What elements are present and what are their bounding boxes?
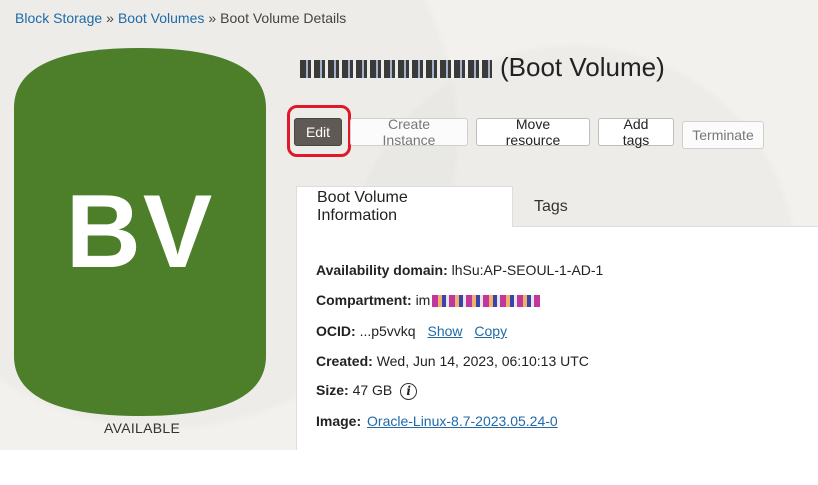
add-tags-button[interactable]: Add tags	[598, 116, 674, 148]
created-row: Created: Wed, Jun 14, 2023, 06:10:13 UTC	[316, 353, 589, 369]
availability-domain-label: Availability domain:	[316, 262, 448, 278]
created-value: Wed, Jun 14, 2023, 06:10:13 UTC	[376, 353, 589, 369]
image-row: Image: Oracle-Linux-8.7-2023.05.24-0	[316, 413, 558, 429]
redacted-compartment	[432, 295, 541, 308]
breadcrumb-separator: »	[208, 10, 217, 26]
terminate-button[interactable]: Terminate	[682, 121, 764, 149]
availability-domain-value: lhSu:AP-SEOUL-1-AD-1	[451, 262, 604, 278]
volume-badge: BV	[65, 173, 215, 290]
breadcrumb-block-storage[interactable]: Block Storage	[15, 10, 102, 26]
breadcrumb-boot-volumes[interactable]: Boot Volumes	[118, 10, 204, 26]
page-footer-area	[0, 450, 818, 485]
compartment-row: Compartment: im	[316, 292, 541, 308]
compartment-value: im	[415, 292, 431, 308]
page-title: (Boot Volume)	[300, 52, 665, 83]
ocid-row: OCID: ...p5vvkq Show Copy	[316, 323, 507, 339]
tab-boot-volume-information[interactable]: Boot Volume Information	[296, 186, 513, 227]
ocid-label: OCID:	[316, 323, 356, 339]
info-circle-icon[interactable]: i	[400, 382, 418, 400]
redacted-name	[300, 60, 492, 79]
ocid-show-link[interactable]: Show	[427, 323, 462, 339]
size-row: Size: 47 GB i	[316, 382, 418, 400]
tab-tags[interactable]: Tags	[514, 186, 588, 227]
ocid-copy-link[interactable]: Copy	[474, 323, 507, 339]
breadcrumb-separator: »	[106, 10, 114, 26]
volume-status: AVAILABLE	[104, 420, 181, 436]
create-instance-button[interactable]: Create Instance	[350, 116, 468, 148]
page-title-suffix: (Boot Volume)	[500, 52, 665, 82]
created-label: Created:	[316, 353, 373, 369]
size-value: 47 GB	[352, 382, 393, 398]
ocid-value: ...p5vvkq	[359, 323, 416, 339]
breadcrumb: Block Storage» Boot Volumes» Boot Volume D…	[15, 10, 346, 26]
availability-domain-row: Availability domain: lhSu:AP-SEOUL-1-AD-…	[316, 262, 603, 278]
size-label: Size:	[316, 382, 349, 398]
boot-volume-icon: BV	[14, 48, 266, 416]
compartment-label: Compartment:	[316, 292, 412, 308]
image-label: Image:	[316, 413, 362, 429]
breadcrumb-current: Boot Volume Details	[220, 10, 347, 26]
edit-button[interactable]: Edit	[294, 118, 342, 146]
move-resource-button[interactable]: Move resource	[476, 116, 590, 148]
image-link[interactable]: Oracle-Linux-8.7-2023.05.24-0	[367, 413, 558, 429]
